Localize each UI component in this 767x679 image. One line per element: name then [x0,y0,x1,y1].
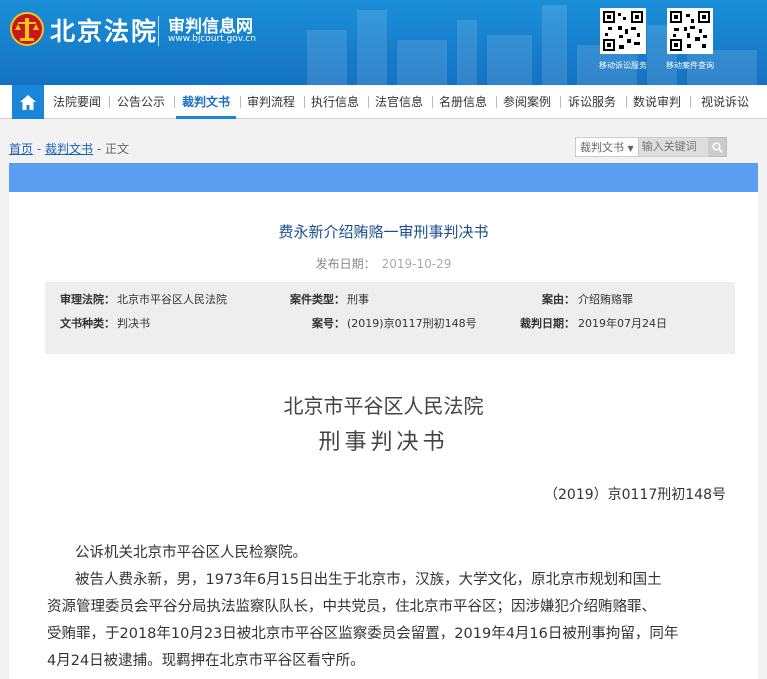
nav-divider [560,96,561,108]
nav-item-enforcement[interactable]: 执行信息 [306,85,364,119]
doc-type-value: 判决书 [117,317,150,330]
judge-date-value: 2019年07月24日 [578,317,667,330]
paragraph-defendant-line-1: 被告人费永新，男，1973年6月15日出生于北京市，汉族，大学文化，原北京市规划… [75,572,662,588]
qr-code-case-query[interactable] [667,8,713,54]
qr-label-litigation: 移动诉讼服务 [599,61,647,70]
document-title: 费永新介绍贿赂一审刑事判决书 [278,223,489,241]
case-type-value: 刑事 [347,293,369,306]
judge-date-label: 裁判日期： [520,317,575,330]
paragraph-defendant-line-4: 4月24日被逮捕。现羁押在北京市平谷区看守所。 [47,653,365,669]
case-no-label: 案号： [312,317,345,330]
nav-item-litigation-services[interactable]: 诉讼服务 [562,85,622,119]
case-type-label: 案件类型： [290,293,345,306]
search-input[interactable] [638,137,709,157]
nav-item-trial-process[interactable]: 审判流程 [242,85,300,119]
search-button[interactable] [708,137,727,157]
nav-item-judgments[interactable]: 裁判文书 [176,85,236,119]
judgment-type-heading: 刑事判决书 [318,430,449,455]
publish-date-label: 发布日期： [315,257,376,271]
cause-value: 介绍贿赂罪 [578,293,633,306]
nav-divider [304,96,305,108]
paragraph-defendant-line-3: 受贿罪，于2018年10月23日被北京市平谷区监察委员会留置，2019年4月16… [47,626,679,642]
case-info-box: 审理法院： 北京市平谷区人民法院 案件类型： 刑事 案由： 介绍贿赂罪 文书种类… [45,282,735,354]
nav-divider [690,96,691,108]
nav-divider [626,96,627,108]
breadcrumb-home-link[interactable]: 首页 [9,142,33,156]
main-nav: 法院要闻 公告公示 裁判文书 审判流程 执行信息 法官信息 名册信息 参阅案例 … [0,85,767,119]
home-icon [20,94,36,110]
search-category-label: 裁判文书 [580,141,624,154]
court-emblem-icon [10,12,44,46]
breadcrumb-separator: - [96,142,102,156]
search-bar: 裁判文书 ▼ [575,137,727,157]
cause-label: 案由： [542,293,575,306]
nav-item-court-news[interactable]: 法院要闻 [48,85,106,119]
nav-divider [109,96,110,108]
qr-code-icon [603,11,643,51]
paragraph-defendant-line-2: 资源管理委员会平谷分局执法监察队队长，中共党员，住北京市平谷区；因涉嫌犯介绍贿赂… [47,599,656,615]
breadcrumb-section-link[interactable]: 裁判文书 [45,142,93,156]
breadcrumb-current: 正文 [105,142,130,156]
paragraph-prosecutor: 公诉机关北京市平谷区人民检察院。 [75,545,307,561]
nav-item-video-litigation[interactable]: 视说诉讼 [694,85,756,119]
doc-type-label: 文书种类： [60,317,115,330]
document-panel: 费永新介绍贿赂一审刑事判决书 发布日期： 2019-10-29 审理法院： 北京市… [9,192,758,679]
site-header: 北京法院 审判信息网 www.bjcourt.gov.cn 移动诉讼服务 移动案… [0,0,767,85]
nav-divider [240,96,241,108]
site-brand[interactable]: 北京法院 [50,12,158,48]
site-url: www.bjcourt.gov.cn [168,34,256,44]
court-label: 审理法院： [60,293,115,306]
chevron-down-icon: ▼ [627,144,634,153]
case-number: （2019）京0117刑初148号 [544,487,726,503]
brand-divider [158,16,159,46]
nav-divider [174,96,175,108]
court-name-heading: 北京市平谷区人民法院 [283,394,484,418]
nav-divider [368,96,369,108]
qr-code-litigation[interactable] [600,8,646,54]
nav-item-announcements[interactable]: 公告公示 [112,85,170,119]
nav-divider [496,96,497,108]
publish-date: 发布日期： 2019-10-29 [9,255,758,272]
nav-item-reference-cases[interactable]: 参阅案例 [498,85,556,119]
nav-item-judges[interactable]: 法官信息 [370,85,428,119]
court-value: 北京市平谷区人民法院 [117,293,227,306]
publish-date-value: 2019-10-29 [381,257,452,271]
breadcrumb-separator: - [36,142,42,156]
qr-label-case-query: 移动案件查询 [666,61,714,70]
qr-code-icon [670,11,710,51]
nav-divider [432,96,433,108]
breadcrumb: 首页 - 裁判文书 - 正文 [9,140,129,157]
search-icon [712,141,723,153]
nav-item-trial-data[interactable]: 数说审判 [628,85,686,119]
nav-item-registry[interactable]: 名册信息 [434,85,492,119]
nav-home-button[interactable] [12,85,44,119]
search-category-select[interactable]: 裁判文书 ▼ [575,137,639,157]
case-no-value: (2019)京0117刑初148号 [347,317,477,330]
content-header-bar [9,163,758,192]
